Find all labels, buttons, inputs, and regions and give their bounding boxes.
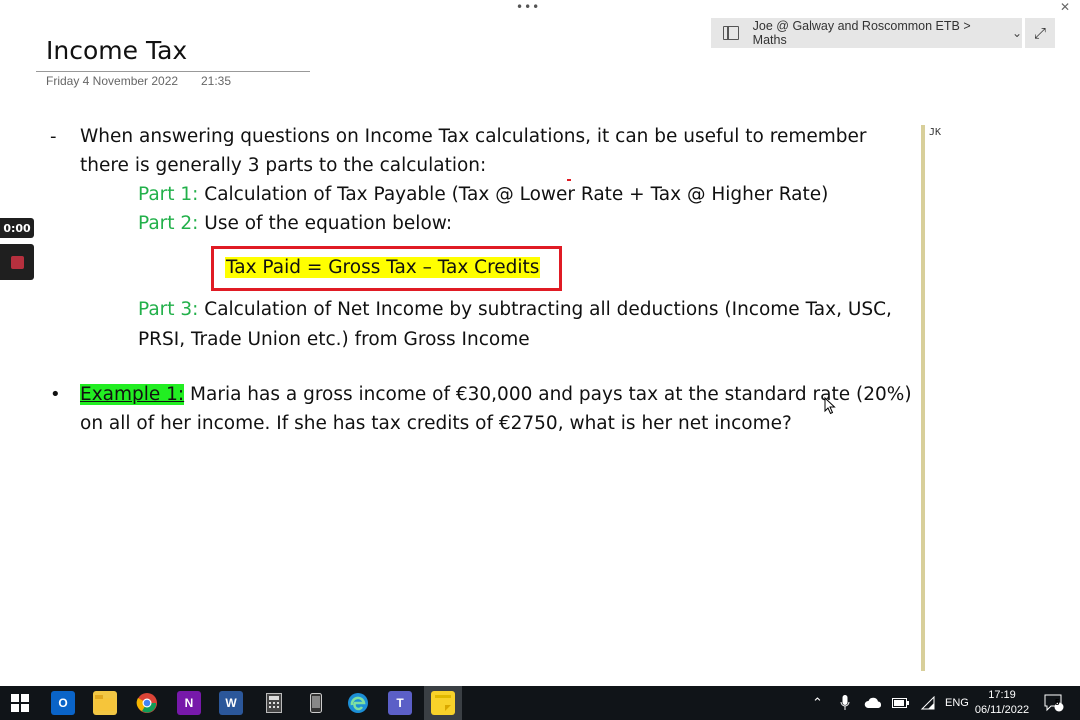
breadcrumb-text: Joe @ Galway and Roscommon ETB > Maths <box>752 19 971 47</box>
onedrive-cloud-icon[interactable] <box>864 686 882 720</box>
page-title[interactable]: Income Tax <box>46 36 187 65</box>
outlook-icon[interactable]: O <box>51 691 75 715</box>
microphone-icon[interactable] <box>840 686 850 720</box>
onenote-icon[interactable]: N <box>177 691 201 715</box>
intro-line-1[interactable]: When answering questions on Income Tax c… <box>80 126 867 147</box>
title-divider <box>36 71 310 72</box>
example-label: Example 1: <box>80 384 185 405</box>
chrome-icon[interactable] <box>135 691 159 715</box>
word-icon[interactable]: W <box>219 691 243 715</box>
file-explorer-icon[interactable] <box>93 691 117 715</box>
page-date: Friday 4 November 2022 <box>46 74 179 88</box>
wifi-icon[interactable] <box>920 686 936 720</box>
part-3-text: Calculation of Net Income by subtracting… <box>198 299 892 320</box>
tray-overflow-chevron-icon[interactable]: ⌃ <box>812 686 823 720</box>
notification-center-button[interactable]: 5 <box>1044 686 1064 720</box>
author-margin-bar <box>921 125 925 671</box>
part-1-label: Part 1: <box>138 184 199 205</box>
notebook-breadcrumb[interactable]: Joe @ Galway and Roscommon ETB > Maths ⌄ <box>711 18 1022 48</box>
example-line-1[interactable]: Example 1: Maria has a gross income of €… <box>80 384 912 405</box>
ink-mark <box>567 179 571 181</box>
formula-text[interactable]: Tax Paid = Gross Tax – Tax Credits <box>225 257 541 278</box>
part-3-line-2[interactable]: PRSI, Trade Union etc.) from Gross Incom… <box>138 329 530 350</box>
fullscreen-button[interactable]: ⤢ <box>1025 18 1055 48</box>
system-clock[interactable]: 17:19 06/11/2022 <box>970 688 1034 718</box>
part-2-text: Use of the equation below: <box>198 213 453 234</box>
part-2-label: Part 2: <box>138 213 199 234</box>
part-1-line[interactable]: Part 1: Calculation of Tax Payable (Tax … <box>138 184 828 205</box>
clock-date: 06/11/2022 <box>974 704 1030 716</box>
phone-icon[interactable] <box>304 691 328 715</box>
window-top-bar: ••• ✕ <box>0 0 1080 18</box>
author-initials: JK <box>929 127 942 138</box>
chevron-down-icon[interactable]: ⌄ <box>1012 26 1022 40</box>
calculator-icon[interactable] <box>262 691 286 715</box>
example-line-2[interactable]: on all of her income. If she has tax cre… <box>80 413 792 434</box>
part-2-line[interactable]: Part 2: Use of the equation below: <box>138 213 452 234</box>
battery-icon[interactable] <box>892 686 910 720</box>
window-menu-dots[interactable]: ••• <box>516 0 540 14</box>
notification-count: 5 <box>1055 698 1060 707</box>
dash-bullet: - <box>50 126 57 147</box>
input-language[interactable]: ENG <box>945 686 969 720</box>
example-text: Maria has a gross income of €30,000 and … <box>184 384 912 405</box>
part-1-text: Calculation of Tax Payable (Tax @ Lower … <box>198 184 829 205</box>
intro-line-2[interactable]: there is generally 3 parts to the calcul… <box>80 155 486 176</box>
taskbar <box>0 686 1080 720</box>
stop-icon <box>10 255 24 269</box>
notebook-icon <box>723 26 739 40</box>
recording-timer: 0:00 <box>0 218 34 238</box>
part-3-label: Part 3: <box>138 299 199 320</box>
teams-icon[interactable]: T <box>388 691 412 715</box>
edge-icon[interactable] <box>346 691 370 715</box>
part-3-line[interactable]: Part 3: Calculation of Net Income by sub… <box>138 299 892 320</box>
sticky-notes-icon[interactable] <box>431 691 455 715</box>
page-time: 21:35 <box>201 74 232 88</box>
mouse-cursor-icon <box>824 397 836 415</box>
windows-start-icon[interactable] <box>8 691 32 715</box>
stop-recording-button[interactable] <box>0 244 34 280</box>
expand-icon: ⤢ <box>1033 24 1046 42</box>
round-bullet: • <box>50 384 61 405</box>
clock-time: 17:19 <box>988 689 1016 701</box>
close-icon[interactable]: ✕ <box>1060 0 1070 14</box>
